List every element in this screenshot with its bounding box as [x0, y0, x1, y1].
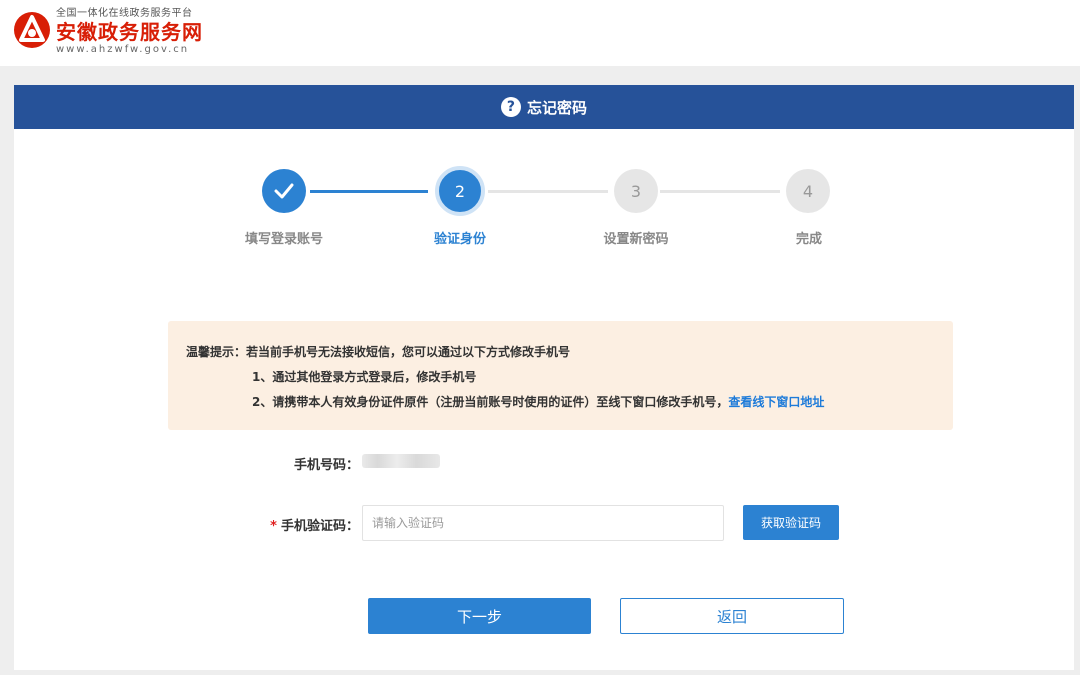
- site-logo[interactable]: 全国一体化在线政务服务平台 安徽政务服务网 www.ahzwfw.gov.cn: [56, 8, 203, 56]
- site-name: 安徽政务服务网: [56, 20, 203, 44]
- platform-tagline: 全国一体化在线政务服务平台: [56, 8, 193, 19]
- code-label: 手机验证码：: [280, 519, 359, 534]
- verification-code-input[interactable]: [362, 505, 724, 541]
- step-4-circle: 4: [786, 169, 830, 213]
- step-4-label: 完成: [795, 232, 822, 247]
- masked-phone-number: [362, 454, 440, 468]
- notice-line-3: 2、请携带本人有效身份证件原件（注册当前账号时使用的证件）至线下窗口修改手机号，…: [186, 391, 953, 416]
- forgot-password-panel: ? 忘记密码 2 3 4 填写登录账号 验证身份 设置新密码 完成 温馨提示：若…: [14, 85, 1074, 670]
- step-connector-2: [488, 190, 608, 193]
- step-3-label: 设置新密码: [603, 232, 669, 247]
- notice-line-2: 1、通过其他登录方式登录后，修改手机号: [252, 370, 477, 384]
- top-header: 全国一体化在线政务服务平台 安徽政务服务网 www.ahzwfw.gov.cn: [0, 0, 1080, 66]
- step-connector-1: [310, 190, 428, 193]
- back-button[interactable]: 返回: [620, 598, 844, 634]
- step-progress: 2 3 4 填写登录账号 验证身份 设置新密码 完成: [14, 85, 1074, 247]
- step-connector-3: [660, 190, 780, 193]
- step-1-label: 填写登录账号: [244, 232, 323, 247]
- step-1-check-icon: [262, 169, 306, 213]
- get-code-button[interactable]: 获取验证码: [743, 505, 839, 540]
- phone-label: 手机号码：: [293, 458, 359, 473]
- logo-icon[interactable]: [12, 10, 52, 50]
- step-2-label: 验证身份: [433, 232, 486, 247]
- tip-notice: 温馨提示：若当前手机号无法接收短信，您可以通过以下方式修改手机号 1、通过其他登…: [168, 321, 953, 430]
- next-step-button[interactable]: 下一步: [368, 598, 591, 634]
- code-label-row: * 手机验证码：: [244, 515, 359, 534]
- notice-line-3-text: 2、请携带本人有效身份证件原件（注册当前账号时使用的证件）至线下窗口修改手机号，: [252, 395, 729, 409]
- notice-line-1: 温馨提示：若当前手机号无法接收短信，您可以通过以下方式修改手机号: [186, 345, 571, 359]
- site-url: www.ahzwfw.gov.cn: [56, 44, 190, 55]
- step-2-circle: 2: [435, 166, 485, 216]
- step-3-circle: 3: [614, 169, 658, 213]
- required-mark: *: [270, 519, 277, 534]
- offline-window-link[interactable]: 查看线下窗口地址: [728, 395, 824, 409]
